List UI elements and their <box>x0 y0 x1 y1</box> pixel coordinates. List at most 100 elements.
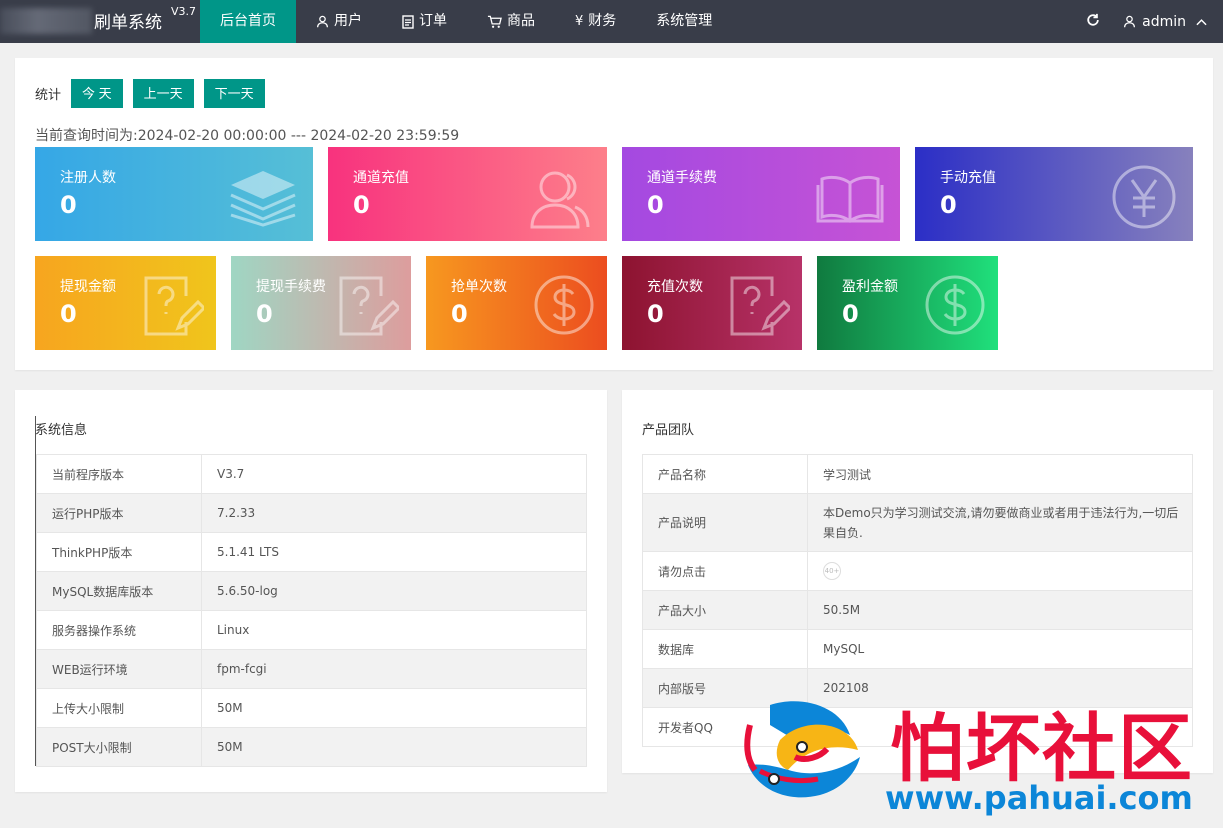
row-value: 50.5M <box>807 590 1193 630</box>
nav-home[interactable]: 后台首页 <box>200 0 296 43</box>
row-key: 运行PHP版本 <box>36 493 202 533</box>
question-edit-icon <box>730 276 790 336</box>
watermark-url: www.pahuai.com <box>885 779 1193 817</box>
row-value: 7.2.33 <box>201 493 587 533</box>
row-key: 请勿点击 <box>642 551 808 591</box>
nav-finance[interactable]: ¥ 财务 <box>555 0 636 43</box>
stat-card-title: 盈利金额 <box>842 279 898 295</box>
stats-toolbar: 统计 今 天 上一天 下一天 <box>35 79 265 108</box>
nav-products[interactable]: 商品 <box>467 0 555 43</box>
row-value: V3.7 <box>201 454 587 494</box>
badge-40[interactable]: 40+ <box>823 562 841 580</box>
stat-card-channel-fee: 通道手续费 0 <box>622 147 900 241</box>
app-title: 刷单系统 <box>94 13 162 33</box>
nav-products-label: 商品 <box>507 13 535 29</box>
nav-orders-label: 订单 <box>419 13 447 29</box>
table-row: 请勿点击 40+ <box>642 551 1193 591</box>
user-icon <box>317 15 328 28</box>
row-key: ThinkPHP版本 <box>36 532 202 572</box>
stat-card-title: 注册人数 <box>60 170 116 186</box>
app-version: V3.7 <box>171 5 197 18</box>
stat-card-recharge-count: 充值次数 0 <box>622 256 802 350</box>
stat-card-value: 0 <box>60 191 77 219</box>
dollar-circle-icon <box>925 275 985 335</box>
nav-orders[interactable]: 订单 <box>382 0 467 43</box>
row-key: 服务器操作系统 <box>36 610 202 650</box>
cart-icon <box>487 15 502 28</box>
user-menu[interactable]: admin <box>1113 14 1223 30</box>
product-team-title: 产品团队 <box>642 423 695 438</box>
stat-card-title: 充值次数 <box>647 279 703 295</box>
row-key: POST大小限制 <box>36 727 202 767</box>
stat-card-title: 提现手续费 <box>256 279 326 295</box>
stat-card-value: 0 <box>353 191 370 219</box>
stats-label: 统计 <box>35 88 62 103</box>
watermark: 怕坏社区 www.pahuai.com <box>740 693 1223 828</box>
yen-circle-icon <box>1112 165 1176 229</box>
book-icon <box>816 175 884 223</box>
table-row: 数据库 MySQL <box>642 629 1193 669</box>
table-row: 服务器操作系统 Linux <box>36 610 587 650</box>
next-day-button[interactable]: 下一天 <box>203 79 265 108</box>
system-info-panel: 系统信息 当前程序版本 V3.7 运行PHP版本 7.2.33 ThinkPHP版本 5.… <box>15 390 607 792</box>
table-row: 上传大小限制 50M <box>36 688 587 728</box>
dollar-circle-icon <box>534 275 594 335</box>
today-button[interactable]: 今 天 <box>71 79 123 108</box>
row-value: 5.1.41 LTS <box>201 532 587 572</box>
row-value: MySQL <box>807 629 1193 669</box>
top-navbar: 刷单系统 V3.7 后台首页 用户 订单 商品 ¥ 财务 系统管理 admin <box>0 0 1223 43</box>
table-row: ThinkPHP版本 5.1.41 LTS <box>36 532 587 572</box>
main-nav: 后台首页 用户 订单 商品 ¥ 财务 系统管理 <box>200 0 732 43</box>
stat-card-manual-recharge: 手动充值 0 <box>915 147 1193 241</box>
row-value: 50M <box>201 688 587 728</box>
row-key: 产品名称 <box>642 454 808 494</box>
system-info-title: 系统信息 <box>35 423 88 438</box>
row-value: fpm-fcgi <box>201 649 587 689</box>
stat-card-value: 0 <box>647 191 664 219</box>
question-edit-icon <box>144 276 204 336</box>
question-edit-icon <box>339 276 399 336</box>
system-info-table: 当前程序版本 V3.7 运行PHP版本 7.2.33 ThinkPHP版本 5.1.41 … <box>36 454 587 767</box>
row-value: 本Demo只为学习测试交流,请勿要做商业或者用于违法行为,一切后果自负. <box>807 493 1193 552</box>
stat-card-value: 0 <box>647 300 664 328</box>
logo[interactable]: 刷单系统 V3.7 <box>0 0 200 43</box>
row-key: 产品说明 <box>642 493 808 552</box>
prev-day-button[interactable]: 上一天 <box>132 79 194 108</box>
stat-card-value: 0 <box>940 191 957 219</box>
stat-card-grab-count: 抢单次数 0 <box>426 256 607 350</box>
row-value: 5.6.50-log <box>201 571 587 611</box>
row-key: 产品大小 <box>642 590 808 630</box>
right-tools: admin <box>1073 0 1223 43</box>
username: admin <box>1142 13 1186 30</box>
stat-card-value: 0 <box>842 300 859 328</box>
stat-card-value: 0 <box>451 300 468 328</box>
row-value: Linux <box>201 610 587 650</box>
stat-card-value: 0 <box>256 300 273 328</box>
users-icon <box>530 171 590 229</box>
row-key: 数据库 <box>642 629 808 669</box>
nav-system-label: 系统管理 <box>656 13 713 29</box>
stats-panel: 统计 今 天 上一天 下一天 当前查询时间为:2024-02-20 00:00:… <box>15 58 1213 370</box>
refresh-button[interactable] <box>1073 12 1113 31</box>
stat-card-title: 抢单次数 <box>451 279 507 295</box>
table-row: 运行PHP版本 7.2.33 <box>36 493 587 533</box>
stat-card-profit: 盈利金额 0 <box>817 256 998 350</box>
table-row: 产品大小 50.5M <box>642 590 1193 630</box>
refresh-icon <box>1087 13 1099 26</box>
query-time: 当前查询时间为:2024-02-20 00:00:00 --- 2024-02-… <box>35 128 460 144</box>
row-value: 50M <box>201 727 587 767</box>
stat-card-value: 0 <box>60 300 77 328</box>
stat-card-title: 通道手续费 <box>647 170 717 186</box>
table-row: MySQL数据库版本 5.6.50-log <box>36 571 587 611</box>
user-icon <box>1124 15 1136 28</box>
fish-logo <box>744 701 860 798</box>
table-row: 产品名称 学习测试 <box>642 454 1193 494</box>
table-row: POST大小限制 50M <box>36 727 587 767</box>
stat-card-withdraw-amount: 提现金额 0 <box>35 256 216 350</box>
table-row: WEB运行环境 fpm-fcgi <box>36 649 587 689</box>
row-key: MySQL数据库版本 <box>36 571 202 611</box>
nav-system[interactable]: 系统管理 <box>636 0 732 43</box>
chevron-up-icon <box>1196 18 1207 25</box>
nav-users[interactable]: 用户 <box>296 0 382 43</box>
blurred-logo-image <box>0 8 92 34</box>
